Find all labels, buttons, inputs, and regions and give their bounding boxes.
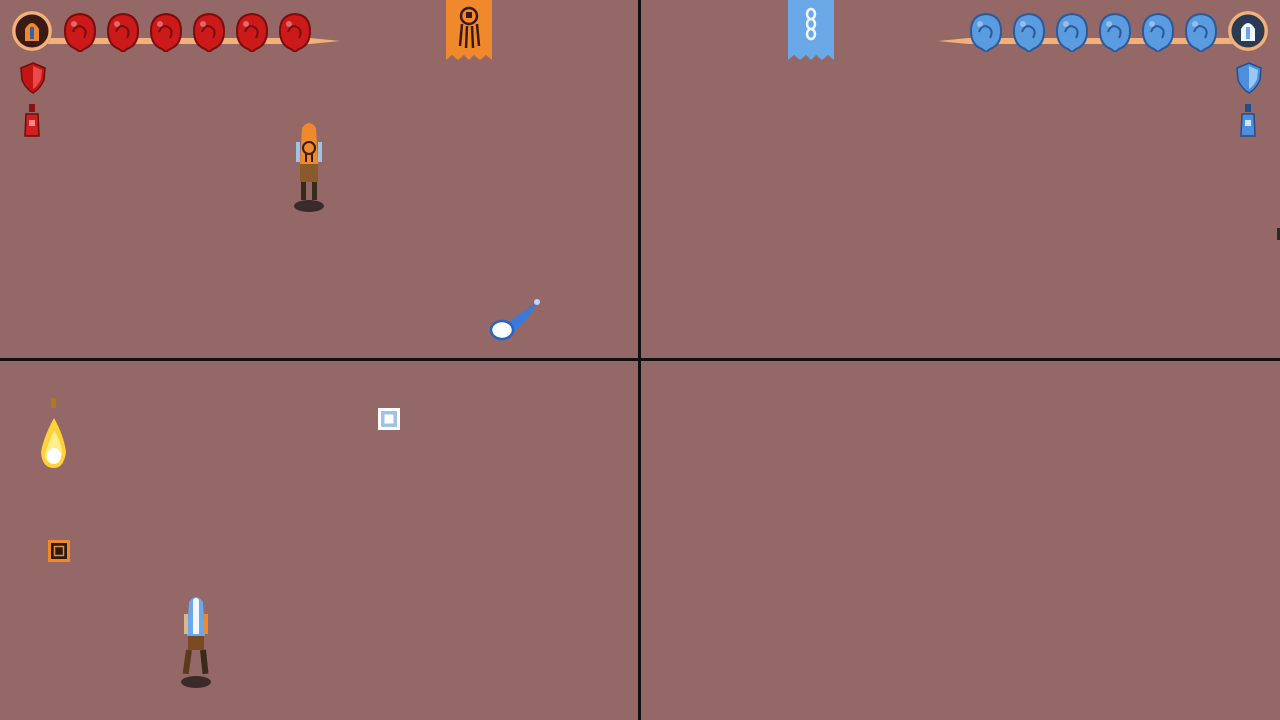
blue-team-banner	[788, 0, 834, 62]
health-orb-icon	[58, 12, 101, 60]
splitscreen-horizontal-divider	[0, 358, 1280, 361]
health-orb-icon	[273, 12, 316, 60]
white-square-pickup	[378, 408, 400, 430]
blue-avatar-icon	[1228, 11, 1268, 51]
blue-potion-icon	[1239, 104, 1257, 140]
orange-character-sprite	[292, 120, 326, 214]
blue-character-sprite	[176, 594, 216, 690]
health-orb-icon	[964, 12, 1007, 60]
orange-team-banner	[446, 0, 492, 62]
health-orb-icon	[101, 12, 144, 60]
orange-health-orbs	[58, 12, 316, 60]
health-orb-icon	[1093, 12, 1136, 60]
blue-shield-icon	[1236, 62, 1262, 94]
orange-avatar-icon	[12, 11, 52, 51]
orange-square-pickup	[48, 540, 70, 562]
orange-potion-icon	[23, 104, 41, 140]
fireball-projectile	[38, 396, 70, 470]
health-orb-icon	[1050, 12, 1093, 60]
orange-shield-icon	[20, 62, 46, 94]
health-orb-icon	[187, 12, 230, 60]
blue-health-orbs	[964, 12, 1222, 60]
health-orb-icon	[144, 12, 187, 60]
health-orb-icon	[1136, 12, 1179, 60]
health-orb-icon	[1007, 12, 1050, 60]
health-orb-icon	[1179, 12, 1222, 60]
health-orb-icon	[230, 12, 273, 60]
ice-bolt-projectile	[488, 296, 544, 344]
